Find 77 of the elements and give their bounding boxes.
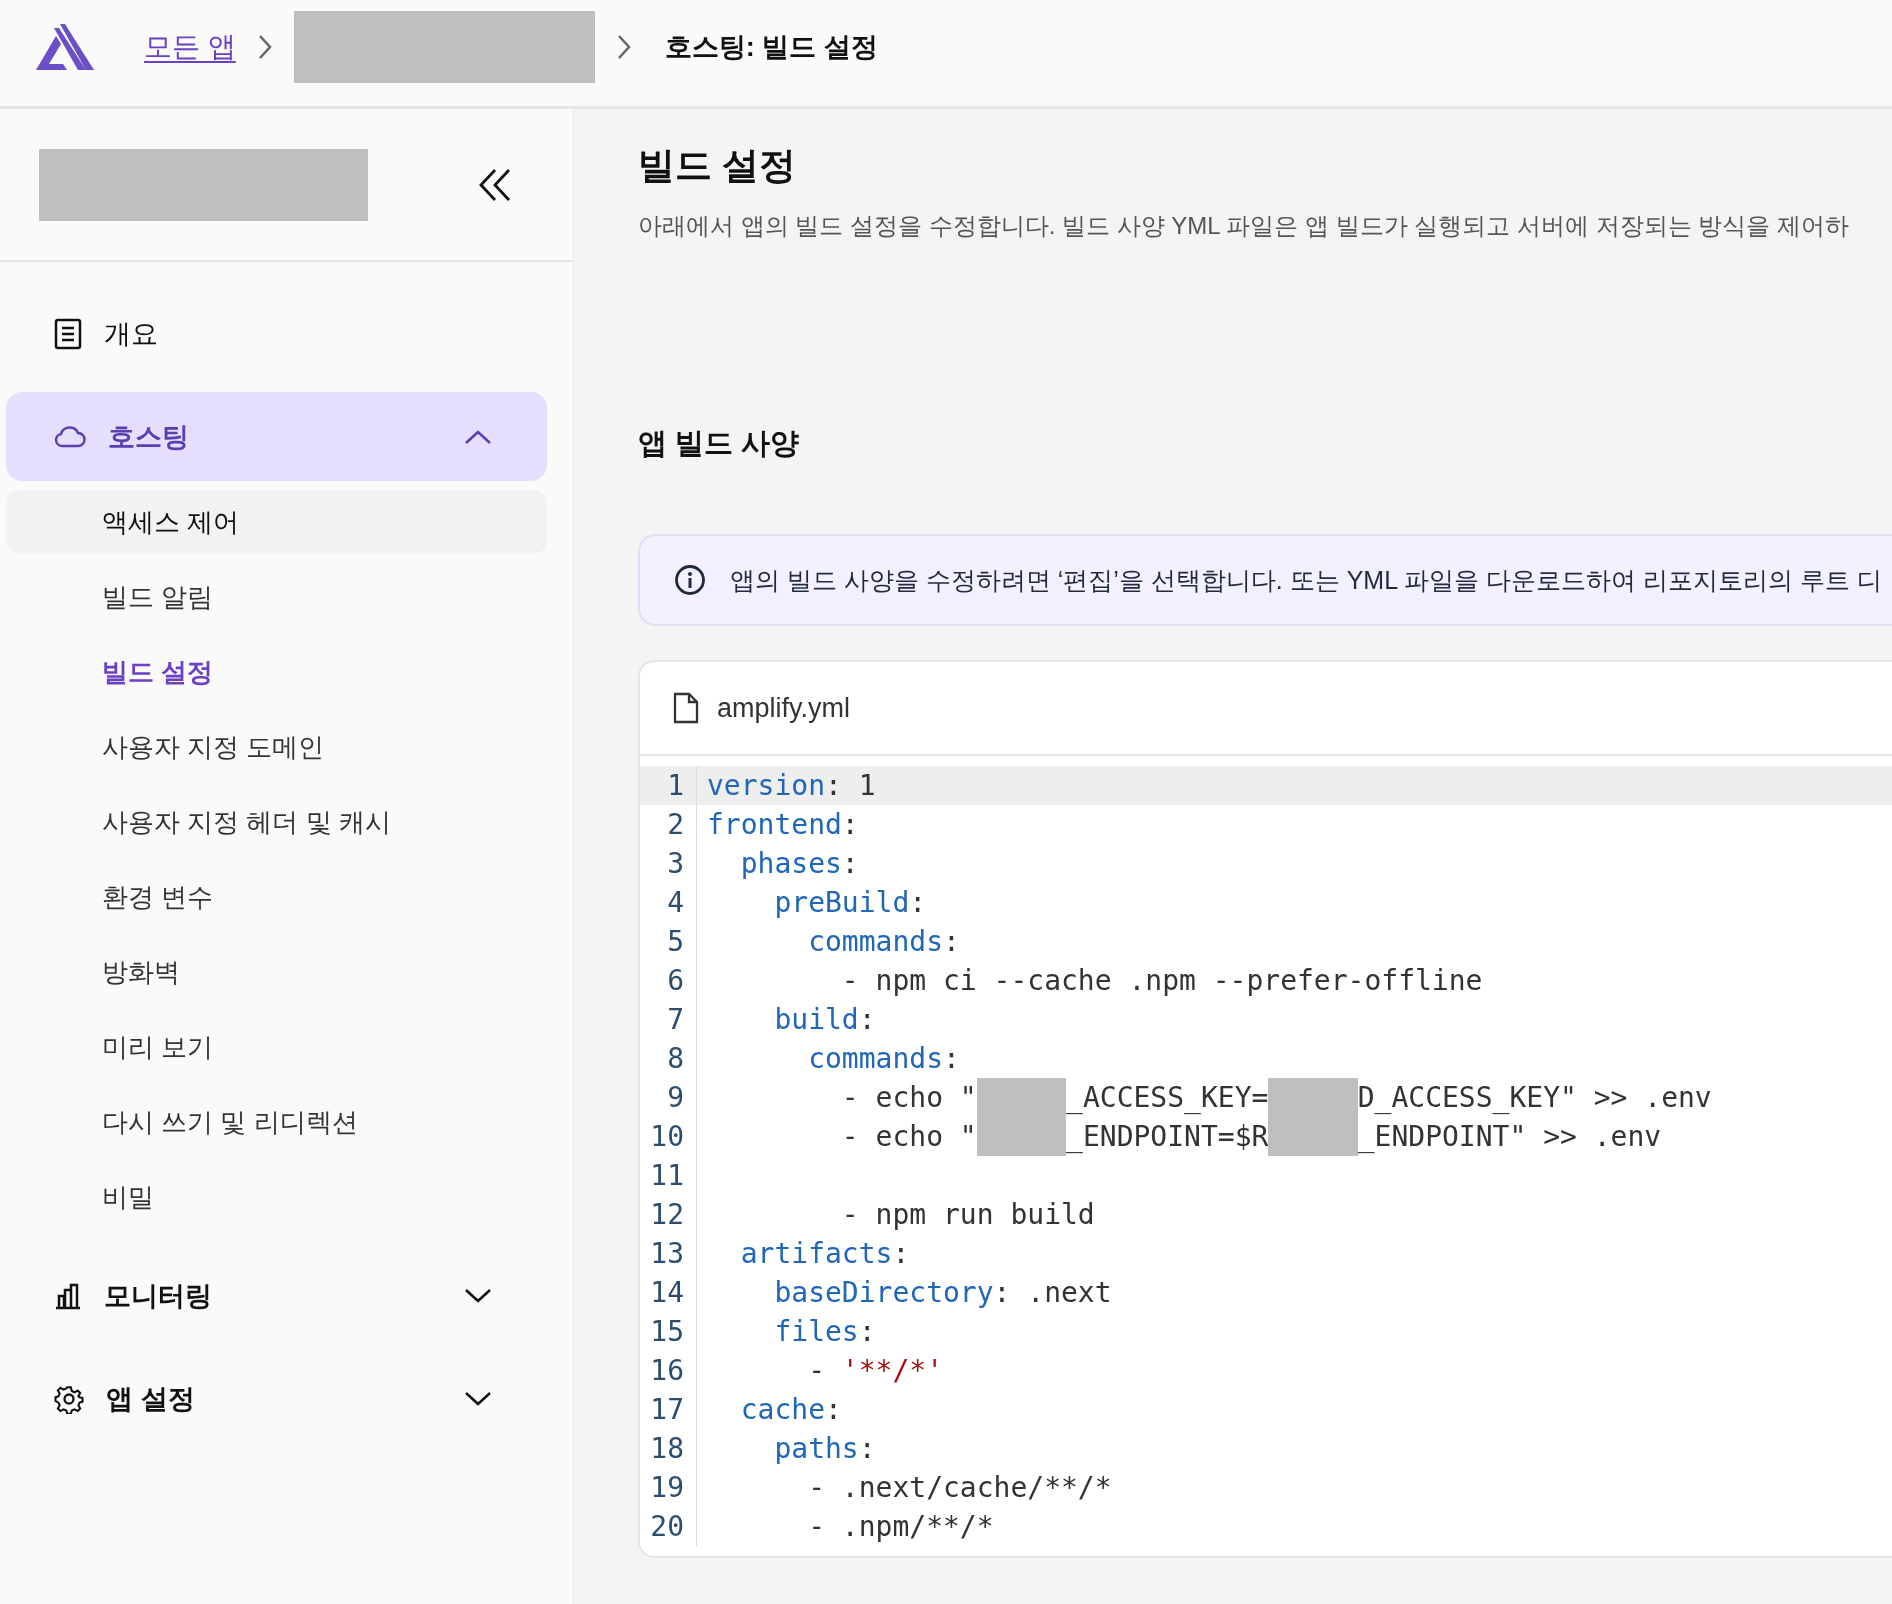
line-number: 13 bbox=[640, 1234, 697, 1273]
breadcrumb-current: 호스팅: 빌드 설정 bbox=[664, 31, 878, 64]
info-icon bbox=[674, 564, 706, 596]
line-number: 3 bbox=[640, 844, 697, 883]
line-number: 12 bbox=[640, 1195, 697, 1234]
logo-icon bbox=[36, 24, 94, 70]
code-line: - npm run build bbox=[840, 1197, 1095, 1233]
settings-icon bbox=[54, 1383, 84, 1414]
chevron-down-icon bbox=[465, 1391, 491, 1406]
code-line: - .next/cache/**/* bbox=[807, 1470, 1112, 1506]
line-number: 7 bbox=[640, 1000, 697, 1039]
nav-subitem[interactable]: 액세스 제어 bbox=[6, 490, 547, 554]
code-line: commands: bbox=[807, 924, 960, 960]
code-line: build: bbox=[773, 1002, 876, 1038]
nav-item[interactable]: 호스팅 bbox=[6, 392, 547, 481]
chevron-right-icon bbox=[257, 34, 272, 60]
code-line: files: bbox=[773, 1314, 876, 1350]
line-number: 17 bbox=[640, 1390, 697, 1429]
nav-item[interactable]: 개요 bbox=[6, 289, 547, 378]
chevron-up-icon bbox=[465, 429, 491, 444]
nav-subitem[interactable]: 사용자 지정 헤더 및 캐시 bbox=[6, 790, 547, 854]
line-number: 8 bbox=[640, 1039, 697, 1078]
breadcrumb-link[interactable]: 모든 앱 bbox=[144, 28, 236, 66]
code-line: paths: bbox=[773, 1431, 876, 1467]
cloud-icon bbox=[54, 425, 86, 448]
document-icon bbox=[54, 317, 82, 350]
line-number: 20 bbox=[640, 1507, 697, 1546]
code-line: version: 1 bbox=[706, 768, 876, 804]
line-number: 16 bbox=[640, 1351, 697, 1390]
line-number: 2 bbox=[640, 805, 697, 844]
bar-chart-icon bbox=[54, 1281, 82, 1310]
code-line: artifacts: bbox=[739, 1236, 910, 1272]
code-line: preBuild: bbox=[773, 885, 927, 921]
code-line: - echo " _ENDPOINT=$R _ENDPOINT" >> .env bbox=[697, 1117, 1662, 1156]
code-line: - npm ci --cache .npm --prefer-offline bbox=[840, 963, 1483, 999]
nav-subitem[interactable]: 사용자 지정 도메인 bbox=[6, 715, 547, 779]
line-number: 18 bbox=[640, 1429, 697, 1468]
page-title: 빌드 설정 bbox=[638, 144, 797, 188]
line-number: 9 bbox=[640, 1078, 697, 1117]
line-number: 11 bbox=[640, 1156, 697, 1195]
nav-subitem[interactable]: 방화벽 bbox=[6, 940, 547, 1004]
nav-item-label: 개요 bbox=[104, 317, 159, 351]
file-icon bbox=[673, 692, 699, 724]
section-title: 앱 빌드 사양 bbox=[638, 426, 800, 461]
code-line: commands: bbox=[807, 1041, 960, 1077]
line-number: 14 bbox=[640, 1273, 697, 1312]
nav-subitem[interactable]: 비밀 bbox=[6, 1165, 547, 1229]
nav-item-label: 호스팅 bbox=[108, 420, 190, 454]
code-line: - .npm/**/* bbox=[807, 1509, 994, 1545]
nav-item-label: 모니터링 bbox=[104, 1279, 213, 1313]
code-line: baseDirectory: .next bbox=[773, 1275, 1112, 1311]
line-number: 5 bbox=[640, 922, 697, 961]
code-line: cache: bbox=[739, 1392, 842, 1428]
chevron-right-icon bbox=[616, 34, 631, 60]
chevron-down-icon bbox=[465, 1288, 491, 1303]
nav-item[interactable]: 모니터링 bbox=[6, 1251, 547, 1340]
line-number: 6 bbox=[640, 961, 697, 1000]
code-line: - echo " _ACCESS_KEY= D_ACCESS_KEY" >> .env bbox=[697, 1078, 1712, 1117]
file-name: amplify.yml bbox=[717, 692, 850, 724]
page-description: 아래에서 앱의 빌드 설정을 수정합니다. 빌드 사양 YML 파일은 앱 빌드가 실행되고 서버에 저장되는 방식을 제어하 bbox=[638, 211, 1850, 241]
nav-subitem[interactable]: 빌드 설정 bbox=[6, 640, 547, 704]
line-number: 15 bbox=[640, 1312, 697, 1351]
nav-subitem[interactable]: 빌드 알림 bbox=[6, 565, 547, 629]
code-line: frontend: bbox=[706, 807, 859, 843]
line-number: 10 bbox=[640, 1117, 697, 1156]
nav-subitem[interactable]: 미리 보기 bbox=[6, 1015, 547, 1079]
nav-item-label: 앱 설정 bbox=[106, 1382, 196, 1416]
line-number: 1 bbox=[640, 766, 697, 805]
code-line: phases: bbox=[739, 846, 859, 882]
code-line: - '**/*' bbox=[807, 1353, 943, 1389]
collapse-icon[interactable] bbox=[478, 167, 512, 202]
nav-item[interactable]: 앱 설정 bbox=[6, 1354, 547, 1443]
nav-subitem[interactable]: 환경 변수 bbox=[6, 865, 547, 929]
line-number: 4 bbox=[640, 883, 697, 922]
nav-subitem[interactable]: 다시 쓰기 및 리디렉션 bbox=[6, 1090, 547, 1154]
info-text: 앱의 빌드 사양을 수정하려면 ‘편집’을 선택합니다. 또는 YML 파일을 다운로드하여 리포지토리의 루트 디 bbox=[730, 564, 1882, 596]
line-number: 19 bbox=[640, 1468, 697, 1507]
